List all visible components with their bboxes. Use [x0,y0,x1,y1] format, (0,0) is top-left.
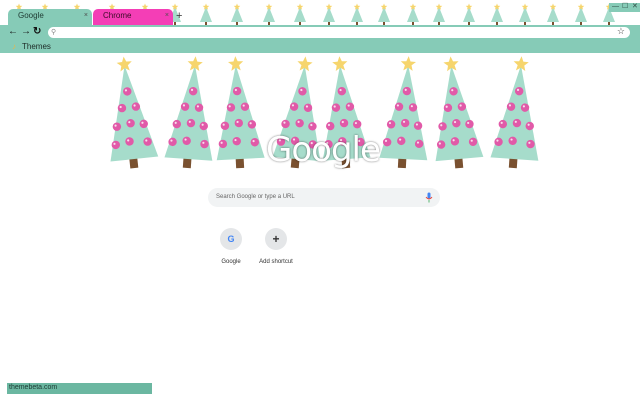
shortcut-tile: + [265,228,287,250]
pattern-tree-icon [407,3,419,25]
tab-title: Google [18,11,44,20]
google-logo: Google [266,130,381,170]
google-favicon-icon: G [227,234,235,244]
close-icon[interactable]: × [165,12,169,20]
window-controls: — ☐ ✕ [609,3,640,12]
christmas-tree-icon [164,56,213,169]
pattern-tree-icon [433,3,445,25]
star-icon[interactable]: ☆ [617,26,625,37]
tab-title: Chrome [103,11,132,20]
search-icon: ⚲ [51,29,57,36]
add-shortcut-button[interactable]: + Add shortcut [257,228,297,270]
pattern-tree-icon [575,3,587,25]
microphone-icon[interactable] [425,192,433,203]
toolbar: ← → ↻ ⚲ ☆ [0,25,640,40]
pattern-tree-icon [351,3,363,25]
christmas-tree-icon [435,56,484,169]
tab-google[interactable]: Google × [8,9,92,25]
pattern-tree-icon [231,3,243,25]
pattern-tree-icon [263,3,275,25]
status-bar: themebeta.com [7,383,152,394]
pattern-tree-icon [519,3,531,25]
pattern-tree-icon [463,3,475,25]
christmas-tree-icon [216,56,265,169]
christmas-tree-icon [110,56,159,169]
maximize-icon[interactable]: ☐ [622,2,628,12]
pattern-tree-icon [294,3,306,25]
minimize-icon[interactable]: — [612,2,619,12]
pattern-tree-icon [547,3,559,25]
window-close-icon[interactable]: ✕ [632,2,638,12]
status-url: themebeta.com [9,384,58,391]
shortcut-label: Add shortcut [259,259,293,265]
bookmarks-bar: ♪ Themes [0,40,640,53]
shortcut-tile: G [220,228,242,250]
plus-icon: + [272,232,280,246]
tab-chrome[interactable]: Chrome × [93,9,173,25]
search-box[interactable]: Search Google or type a URL [208,188,440,207]
plus-icon[interactable]: + [176,11,182,22]
bookmark-label: Themes [22,42,51,51]
shortcut-google[interactable]: G Google [212,228,252,270]
pattern-tree-icon [200,3,212,25]
pattern-tree-icon [491,3,503,25]
reload-icon[interactable]: ↻ [33,26,41,38]
back-arrow-icon[interactable]: ← [8,26,18,38]
christmas-tree-icon [490,56,539,169]
search-placeholder: Search Google or type a URL [216,194,295,200]
pattern-tree-icon [378,3,390,25]
close-icon[interactable]: × [84,12,88,20]
forward-arrow-icon[interactable]: → [21,26,31,38]
tab-strip: Google × Chrome × + — ☐ ✕ [0,0,640,25]
address-bar[interactable]: ⚲ ☆ [48,26,630,38]
pattern-tree-icon [323,3,335,25]
theme-folder-icon: ♪ [12,42,16,51]
christmas-tree-icon [379,56,428,169]
